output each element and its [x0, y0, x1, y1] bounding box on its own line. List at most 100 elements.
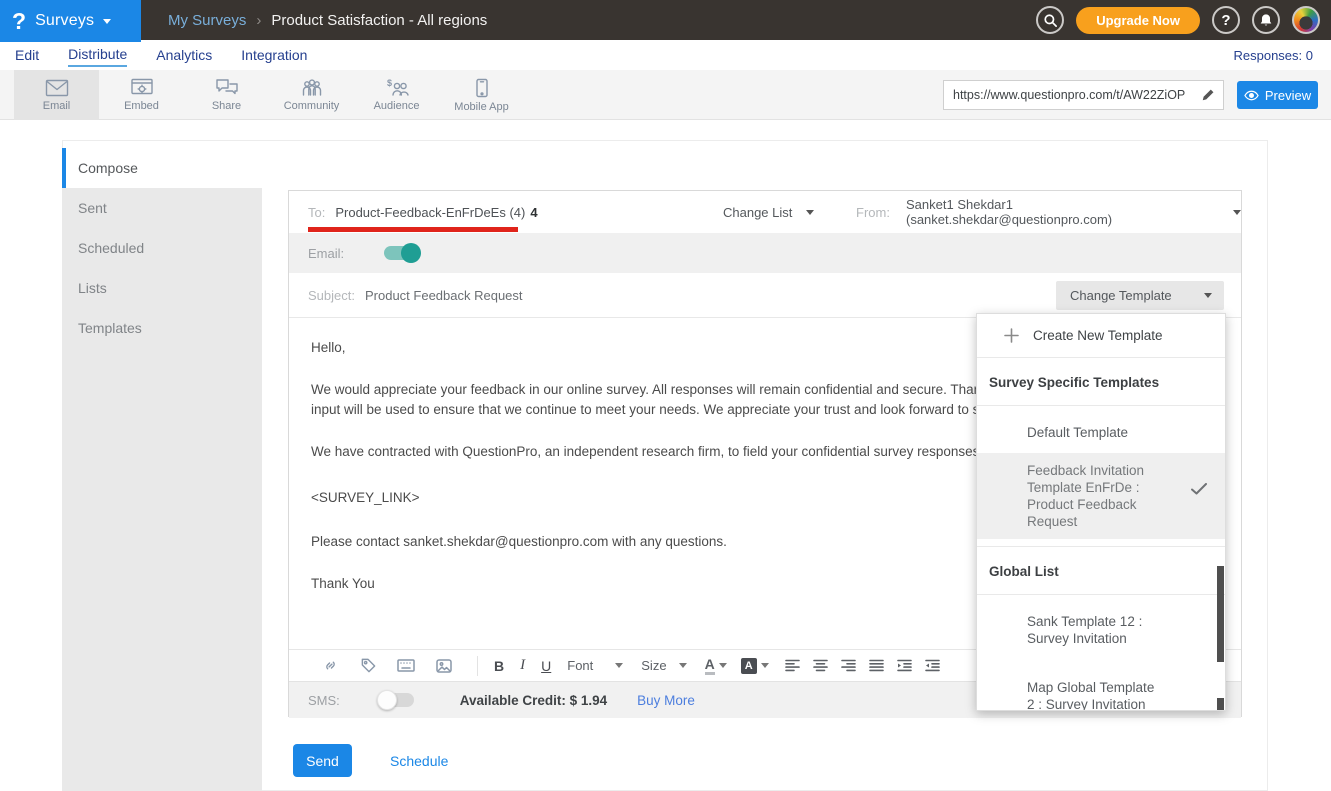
- product-switcher[interactable]: ? Surveys: [0, 0, 141, 42]
- chevron-down-icon: [719, 663, 727, 668]
- template-item-feedback-invitation[interactable]: Feedback Invitation Template EnFrDe : Pr…: [977, 453, 1225, 539]
- channel-mobile-app-label: Mobile App: [454, 101, 508, 113]
- search-button[interactable]: [1036, 6, 1064, 34]
- channel-email[interactable]: Email: [14, 70, 99, 120]
- align-left-icon: [785, 659, 800, 672]
- link-icon: [322, 657, 339, 674]
- insert-link-button[interactable]: [319, 655, 341, 677]
- to-label: To:: [308, 205, 325, 220]
- main-tab-bar: Edit Distribute Analytics Integration Re…: [0, 40, 1331, 70]
- global-list-header: Global List: [977, 547, 1225, 595]
- mobile-app-icon: [475, 78, 489, 98]
- bold-button[interactable]: B: [494, 658, 504, 674]
- chevron-down-icon: [761, 663, 769, 668]
- channel-embed[interactable]: Embed: [99, 70, 184, 120]
- eye-icon: [1244, 90, 1259, 101]
- channel-share-label: Share: [212, 100, 241, 112]
- tab-distribute[interactable]: Distribute: [68, 43, 127, 67]
- survey-url-input[interactable]: [944, 88, 1193, 102]
- chevron-down-icon: [1233, 210, 1241, 215]
- channel-community[interactable]: Community: [269, 70, 354, 120]
- menu-scrollbar-thumb-bottom[interactable]: [1217, 698, 1224, 711]
- create-new-template-item[interactable]: Create New Template: [977, 314, 1225, 358]
- background-color-button[interactable]: A: [741, 658, 769, 674]
- merge-tag-button[interactable]: [357, 655, 379, 677]
- size-dropdown-label: Size: [641, 658, 666, 673]
- insert-image-button[interactable]: [433, 655, 455, 677]
- sidebar-item-sent[interactable]: Sent: [62, 188, 262, 228]
- questionpro-logo-icon: ?: [12, 10, 26, 33]
- community-icon: [299, 78, 325, 97]
- upgrade-now-button[interactable]: Upgrade Now: [1076, 7, 1200, 34]
- channel-mobile-app[interactable]: Mobile App: [439, 70, 524, 120]
- email-toggle-label: Email:: [308, 246, 344, 261]
- top-header: My Surveys › Product Satisfaction - All …: [0, 0, 1331, 40]
- sidebar-item-scheduled[interactable]: Scheduled: [62, 228, 262, 268]
- change-list-button[interactable]: Change List: [723, 191, 814, 233]
- header-actions: Upgrade Now ?: [1036, 0, 1320, 40]
- edit-url-button[interactable]: [1193, 81, 1223, 109]
- subject-row: Subject: Product Feedback Request Change…: [289, 273, 1241, 318]
- align-justify-icon: [869, 659, 884, 672]
- chevron-down-icon: [615, 663, 623, 668]
- tab-integration[interactable]: Integration: [241, 44, 307, 66]
- outdent-button[interactable]: [923, 656, 943, 676]
- toolbar-divider: [477, 656, 478, 676]
- font-dropdown[interactable]: Font: [567, 658, 623, 673]
- sidebar-item-compose[interactable]: Compose: [62, 148, 262, 188]
- avatar[interactable]: [1292, 6, 1320, 34]
- template-item-map-global-2[interactable]: Map Global Template 2 : Survey Invitatio…: [977, 671, 1177, 711]
- toggle-knob: [401, 243, 421, 263]
- breadcrumb-my-surveys-link[interactable]: My Surveys: [168, 12, 246, 29]
- buy-more-link[interactable]: Buy More: [637, 693, 695, 708]
- distribute-channel-bar: Email Embed Share Community $ Audience: [0, 70, 1331, 120]
- from-selector[interactable]: Sanket1 Shekdar1 (sanket.shekdar@questio…: [906, 191, 1241, 233]
- align-center-button[interactable]: [811, 656, 831, 676]
- background-color-icon: A: [741, 658, 757, 674]
- change-template-label: Change Template: [1070, 288, 1172, 303]
- chevron-down-icon: [103, 19, 111, 24]
- keyboard-button[interactable]: [395, 655, 417, 677]
- subject-label: Subject:: [308, 288, 355, 303]
- upgrade-now-label: Upgrade Now: [1096, 13, 1180, 28]
- change-template-button[interactable]: Change Template: [1056, 281, 1224, 310]
- sidebar-compose-label: Compose: [78, 160, 138, 176]
- preview-button[interactable]: Preview: [1237, 81, 1318, 109]
- to-list-name[interactable]: Product-Feedback-EnFrDeEs (4): [335, 205, 525, 220]
- template-item-sank-12[interactable]: Sank Template 12 : Survey Invitation: [977, 605, 1199, 655]
- to-list-count: 4: [530, 205, 537, 220]
- sidebar-item-lists[interactable]: Lists: [62, 268, 262, 308]
- svg-text:$: $: [387, 78, 392, 88]
- app-root: My Surveys › Product Satisfaction - All …: [0, 0, 1331, 791]
- menu-scrollbar-thumb[interactable]: [1217, 566, 1224, 662]
- tab-analytics[interactable]: Analytics: [156, 44, 212, 66]
- check-icon: [1191, 483, 1207, 495]
- italic-button[interactable]: I: [520, 657, 525, 674]
- schedule-link[interactable]: Schedule: [390, 753, 448, 769]
- image-icon: [436, 659, 452, 673]
- underline-button[interactable]: U: [541, 658, 551, 674]
- sms-toggle[interactable]: [380, 693, 414, 707]
- product-name: Surveys: [35, 12, 94, 30]
- send-button[interactable]: Send: [293, 744, 352, 777]
- align-right-button[interactable]: [839, 656, 859, 676]
- sidebar-sent-label: Sent: [78, 200, 107, 216]
- align-left-button[interactable]: [783, 656, 803, 676]
- email-toggle[interactable]: [384, 246, 418, 260]
- align-justify-button[interactable]: [867, 656, 887, 676]
- help-button[interactable]: ?: [1212, 6, 1240, 34]
- sidebar-item-templates[interactable]: Templates: [62, 308, 262, 348]
- selected-template-label: Feedback Invitation Template EnFrDe : Pr…: [1027, 462, 1170, 530]
- page-title: Product Satisfaction - All regions: [271, 12, 487, 29]
- tab-edit[interactable]: Edit: [15, 44, 39, 66]
- template-item-default[interactable]: Default Template: [977, 416, 1225, 449]
- notifications-button[interactable]: [1252, 6, 1280, 34]
- channel-share[interactable]: Share: [184, 70, 269, 120]
- indent-button[interactable]: [895, 656, 915, 676]
- channel-audience[interactable]: $ Audience: [354, 70, 439, 120]
- subject-value[interactable]: Product Feedback Request: [365, 288, 523, 303]
- size-dropdown[interactable]: Size: [641, 658, 686, 673]
- search-icon: [1043, 13, 1058, 28]
- channel-embed-label: Embed: [124, 100, 159, 112]
- text-color-button[interactable]: A: [705, 657, 727, 675]
